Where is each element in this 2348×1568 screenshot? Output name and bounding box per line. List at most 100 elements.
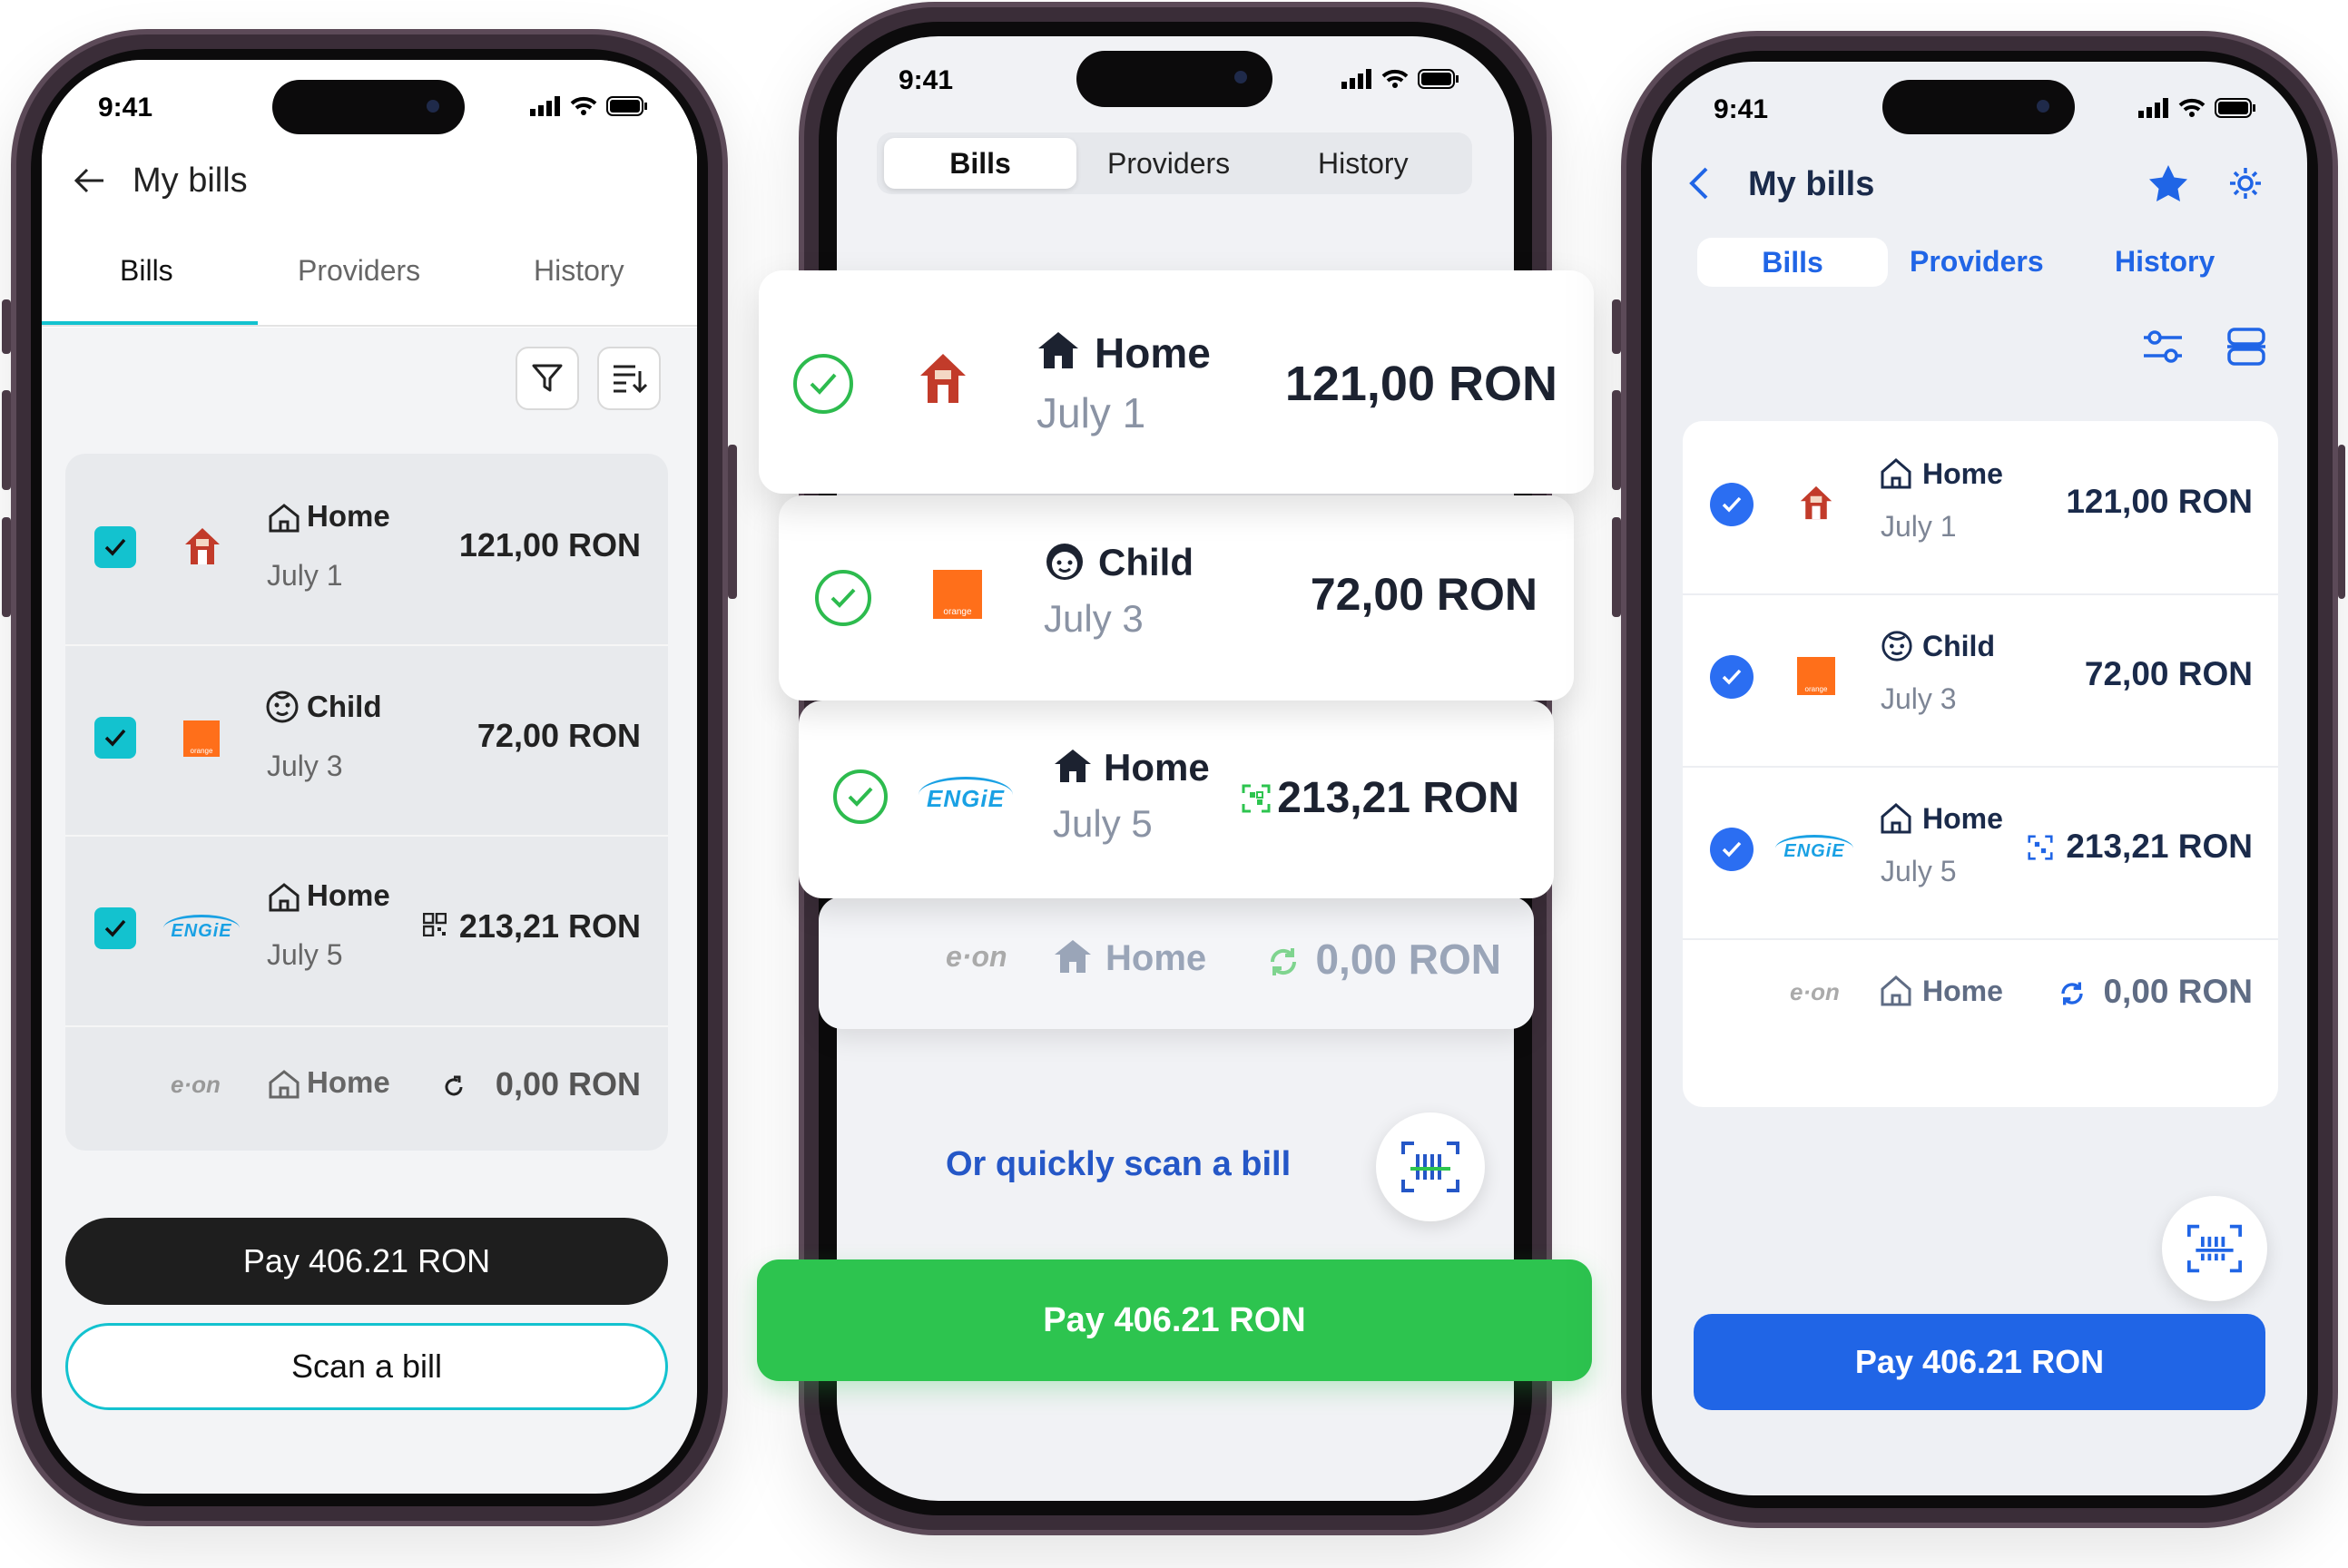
filter-sliders-icon[interactable]: [2142, 328, 2184, 365]
eon-logo: e·on: [1790, 978, 1840, 1005]
dynamic-island: [1076, 51, 1272, 107]
signal-icon: [1341, 69, 1371, 89]
tab-providers[interactable]: Providers: [298, 254, 420, 288]
bill-card[interactable]: ENGiE Home July 5 213,21 RON: [799, 701, 1554, 898]
bill-amount: 0,00 RON: [2103, 973, 2253, 1010]
pay-button[interactable]: Pay 406.21 RON: [757, 1259, 1592, 1381]
bill-amount: 121,00 RON: [2066, 483, 2253, 520]
home-filled-icon: [1055, 940, 1091, 973]
bill-amount: 213,21 RON: [2066, 828, 2253, 865]
battery-icon: [2215, 98, 2255, 118]
bill-label: Home: [1104, 746, 1210, 789]
side-button: [1612, 390, 1621, 490]
sync-icon: [2061, 982, 2083, 1005]
home-outline-icon: [1881, 975, 1911, 1006]
pay-button-label: Pay 406.21 RON: [1854, 1343, 2105, 1380]
check-circle-icon: [793, 354, 853, 414]
list-divider: [65, 1025, 668, 1027]
barcode-scan-icon: [2187, 1224, 2242, 1273]
pay-button[interactable]: Pay 406.21 RON: [65, 1218, 668, 1305]
bill-label: Home: [1095, 329, 1211, 377]
signal-icon: [530, 96, 560, 116]
layout-toggle-icon[interactable]: [2225, 327, 2267, 367]
star-icon[interactable]: [2147, 163, 2189, 203]
engie-logo: ENGiE: [1775, 835, 1853, 862]
bill-checkbox[interactable]: [94, 717, 136, 759]
bill-label: Child: [1098, 541, 1194, 583]
scan-fab[interactable]: [1376, 1112, 1485, 1221]
page-title: My bills: [133, 162, 248, 200]
scan-bill-button[interactable]: Scan a bill: [65, 1323, 668, 1410]
bill-date: July 5: [1053, 802, 1153, 845]
bill-label: Child: [1922, 630, 1995, 662]
tab-bills-label: Bills: [949, 146, 1011, 180]
check-circle-icon[interactable]: [1710, 655, 1754, 699]
bill-amount: 72,00 RON: [2084, 655, 2253, 692]
orange-logo: orange: [183, 720, 220, 757]
side-button: [1612, 517, 1621, 617]
dynamic-island: [1882, 80, 2075, 134]
tab-providers[interactable]: Providers: [1107, 147, 1230, 181]
bill-card[interactable]: Home July 1 121,00 RON: [759, 270, 1594, 494]
check-circle-icon[interactable]: [1710, 483, 1754, 526]
barcode-scan-icon: [1401, 1142, 1459, 1192]
home-outline-icon: [269, 504, 300, 533]
scan-fab[interactable]: [2162, 1196, 2267, 1301]
bill-label: Home: [307, 499, 390, 533]
status-time: 9:41: [98, 93, 153, 122]
bill-label: Home: [1922, 975, 2003, 1007]
tab-divider: [42, 325, 697, 327]
check-circle-icon[interactable]: [1710, 828, 1754, 871]
home-outline-icon: [1881, 803, 1911, 834]
battery-icon: [1418, 69, 1459, 89]
bill-label: Home: [1922, 457, 2003, 490]
tab-bills[interactable]: Bills: [120, 254, 173, 288]
bill-checkbox[interactable]: [94, 907, 136, 949]
qr-code-icon: [1242, 784, 1271, 813]
child-face-icon: [1046, 544, 1083, 580]
back-chevron-icon[interactable]: [1688, 165, 1710, 201]
eon-logo: e·on: [946, 940, 1007, 973]
signal-icon: [2138, 98, 2168, 118]
scan-bill-button-label: Scan a bill: [290, 1348, 443, 1385]
bill-card[interactable]: orange Child July 3 72,00 RON: [779, 495, 1574, 701]
sort-icon: [614, 365, 647, 394]
tab-bills[interactable]: Bills: [884, 138, 1076, 189]
house-logo: [1800, 485, 1832, 520]
orange-logo: orange: [1797, 657, 1835, 695]
bill-date: July 1: [1036, 389, 1146, 436]
check-icon: [104, 919, 126, 937]
tab-bills[interactable]: Bills: [1697, 238, 1888, 287]
bill-label: Child: [307, 690, 382, 723]
side-button: [2, 517, 11, 617]
tab-history[interactable]: History: [534, 254, 624, 288]
phone-left-screen: 9:41 My bills Bills Providers History Ho…: [42, 60, 697, 1494]
eon-logo: e·on: [171, 1071, 221, 1098]
sync-icon: [1270, 948, 1297, 975]
bill-checkbox[interactable]: [94, 526, 136, 568]
battery-icon: [606, 96, 647, 116]
check-icon: [104, 538, 126, 556]
filter-button[interactable]: [516, 347, 579, 410]
bill-card[interactable]: e·on Home 0,00 RON: [819, 897, 1534, 1029]
scan-prompt[interactable]: Or quickly scan a bill: [946, 1145, 1291, 1184]
engie-logo: ENGiE: [163, 915, 240, 942]
pay-button[interactable]: Pay 406.21 RON: [1694, 1314, 2265, 1410]
pay-button-label: Pay 406.21 RON: [1043, 1300, 1306, 1339]
wifi-icon: [1381, 69, 1409, 88]
list-divider: [1683, 938, 2278, 940]
child-face-icon: [1881, 631, 1912, 662]
status-icons: [2138, 98, 2256, 118]
bill-date: July 5: [267, 938, 343, 971]
bill-date: July 1: [267, 559, 343, 592]
back-arrow-icon[interactable]: [73, 167, 105, 194]
tab-history[interactable]: History: [1318, 147, 1409, 181]
gear-icon[interactable]: [2227, 165, 2264, 201]
bill-date: July 3: [267, 750, 343, 782]
sort-button[interactable]: [597, 347, 661, 410]
tab-providers[interactable]: Providers: [1910, 245, 2044, 279]
tab-history[interactable]: History: [2115, 245, 2215, 279]
bill-amount: 72,00 RON: [1310, 569, 1537, 620]
bill-amount: 0,00 RON: [1315, 936, 1501, 983]
bill-date: July 5: [1881, 855, 1957, 887]
